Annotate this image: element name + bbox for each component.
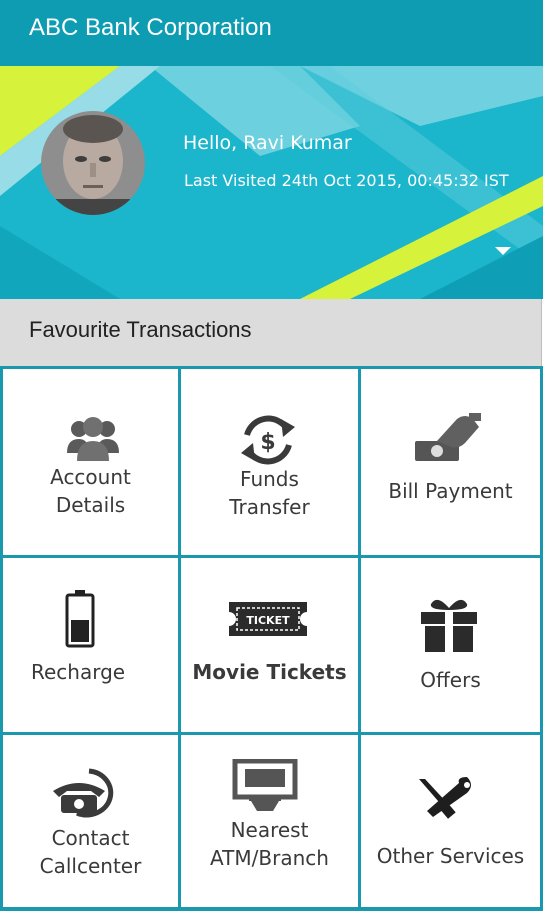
ticket-text: TICKET <box>246 614 290 627</box>
gift-icon <box>421 599 477 652</box>
tile-label: Contact <box>51 826 130 850</box>
phone-icon <box>53 768 114 818</box>
tile-other-services[interactable]: Other Services <box>361 735 540 907</box>
user-photo <box>41 111 145 215</box>
tools-icon <box>419 777 471 819</box>
tile-recharge[interactable]: Recharge <box>3 558 178 732</box>
atm-icon <box>232 759 298 811</box>
tile-label: ATM/Branch <box>210 846 329 870</box>
app-title: ABC Bank Corporation <box>29 14 272 41</box>
svg-text:$: $ <box>260 430 275 455</box>
tile-bill-payment[interactable]: Bill Payment <box>361 369 540 555</box>
transactions-grid: Account Details $ Funds Transfer Bill Pa… <box>0 366 543 911</box>
favourite-transactions-header: Favourite Transactions <box>0 299 542 366</box>
section-title: Favourite Transactions <box>29 317 252 342</box>
battery-icon <box>65 590 95 648</box>
tile-funds-transfer[interactable]: $ Funds Transfer <box>181 369 358 555</box>
tile-label: Callcenter <box>39 854 142 878</box>
tile-offers[interactable]: Offers <box>361 558 540 732</box>
app-bar: ABC Bank Corporation <box>0 0 543 66</box>
money-transfer-icon: $ <box>241 415 295 465</box>
tile-nearest-atm-branch[interactable]: Nearest ATM/Branch <box>181 735 358 907</box>
ticket-icon: TICKET <box>229 602 307 636</box>
hand-cash-icon <box>415 413 481 461</box>
tile-label: Nearest <box>230 818 309 842</box>
tile-label: Bill Payment <box>388 479 513 503</box>
user-greeting: Hello, Ravi Kumar <box>183 132 352 154</box>
tile-movie-tickets[interactable]: TICKET Movie Tickets <box>181 558 358 732</box>
tile-account-details[interactable]: Account Details <box>3 369 178 555</box>
last-visited-text: Last Visited 24th Oct 2015, 00:45:32 IST <box>184 171 509 190</box>
tile-label: Recharge <box>31 660 126 684</box>
tile-label: Details <box>55 493 126 517</box>
tile-contact-callcenter[interactable]: Contact Callcenter <box>3 735 178 907</box>
tile-label: Movie Tickets <box>192 660 347 684</box>
tile-label: Offers <box>420 668 481 692</box>
tile-label: Funds <box>240 467 299 491</box>
avatar <box>41 111 145 215</box>
tile-label: Other Services <box>376 844 525 868</box>
dropdown-arrow-icon[interactable] <box>493 245 513 257</box>
people-icon <box>67 417 119 461</box>
profile-banner: Hello, Ravi Kumar Last Visited 24th Oct … <box>0 66 543 299</box>
tile-label: Transfer <box>229 495 310 519</box>
tile-label: Account <box>50 465 131 489</box>
